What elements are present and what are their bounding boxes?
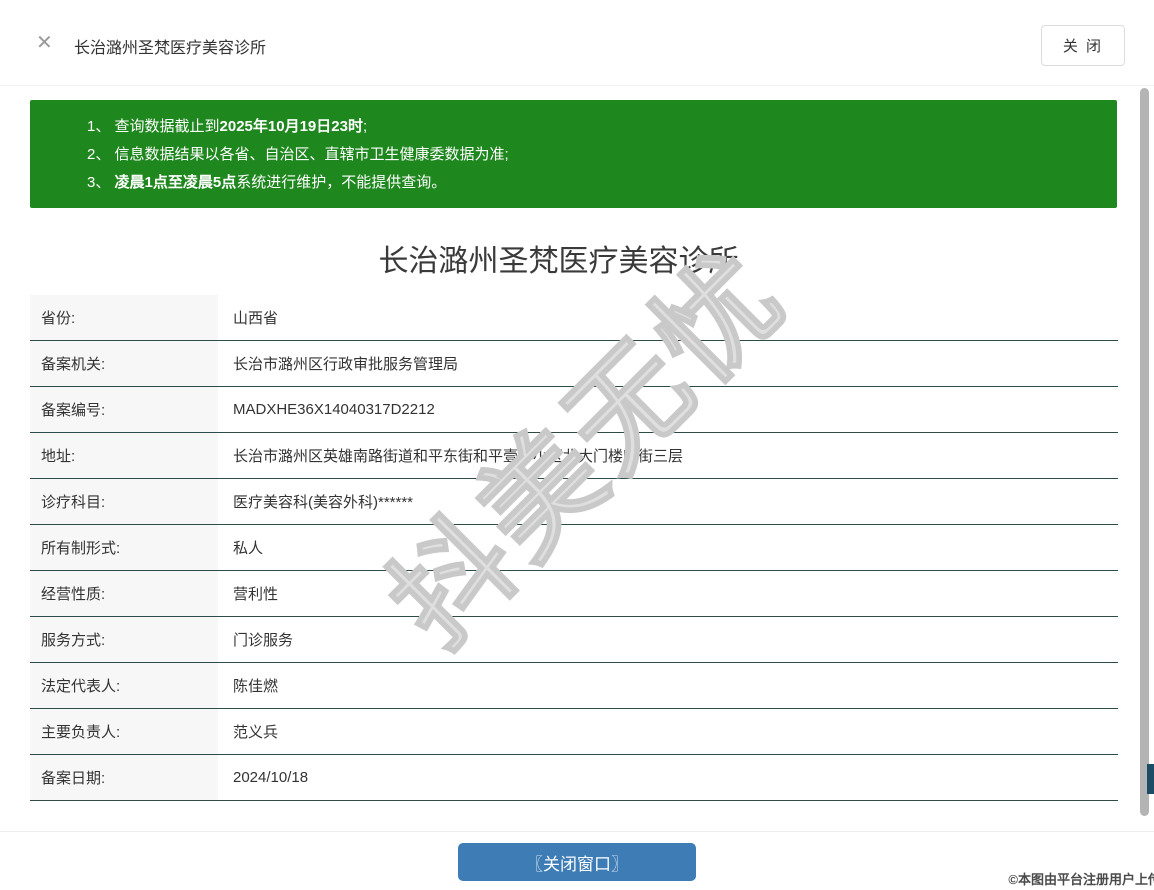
field-value: 陈佳燃 <box>233 678 279 695</box>
field-value: 门诊服务 <box>233 632 294 649</box>
field-label: 备案编号: <box>30 387 218 432</box>
table-row-service-mode: 服务方式: 门诊服务 <box>30 617 1118 663</box>
field-label: 经营性质: <box>30 571 218 616</box>
notice-line: 1、 查询数据截止到2025年10月19日23时; <box>87 113 1107 141</box>
scrollbar[interactable] <box>1140 88 1149 816</box>
clinic-title: 长治潞州圣梵医疗美容诊所 <box>378 245 739 278</box>
table-row-record-date: 备案日期: 2024/10/18 <box>30 755 1118 801</box>
field-label: 备案机关: <box>30 341 218 386</box>
page-title: 长治潞州圣梵医疗美容诊所 <box>74 40 267 57</box>
table-row-main-person-in-charge: 主要负责人: 范义兵 <box>30 709 1118 755</box>
table-row-treatment-subjects: 诊疗科目: 医疗美容科(美容外科)****** <box>30 479 1118 525</box>
field-value: MADXHE36X14040317D2212 <box>233 401 435 418</box>
field-value: 营利性 <box>233 586 279 603</box>
field-value: 医疗美容科(美容外科)****** <box>233 494 414 511</box>
field-label: 省份: <box>30 295 218 340</box>
table-row-business-nature: 经营性质: 营利性 <box>30 571 1118 617</box>
field-value: 长治市潞州区英雄南路街道和平东街和平壹号小区北大门楼临街三层 <box>233 448 684 465</box>
table-row-record-authority: 备案机关: 长治市潞州区行政审批服务管理局 <box>30 341 1118 387</box>
info-table: 省份: 山西省 备案机关: 长治市潞州区行政审批服务管理局 备案编号: MADX… <box>30 295 1118 801</box>
field-label: 诊疗科目: <box>30 479 218 524</box>
notice-line: 2、 信息数据结果以各省、自治区、直辖市卫生健康委数据为准; <box>87 141 1107 169</box>
notice-text-bold: 凌晨1点至凌晨5点 <box>114 174 237 191</box>
notice-text: ; <box>362 118 368 135</box>
side-widget[interactable] <box>1147 764 1154 794</box>
notice-text-bold: 2025年10月19日23时 <box>219 118 363 135</box>
notice-text: 3、 <box>87 174 115 191</box>
close-icon[interactable]: ✕ <box>36 32 53 54</box>
field-value: 私人 <box>233 540 264 557</box>
table-row-record-number: 备案编号: MADXHE36X14040317D2212 <box>30 387 1118 433</box>
close-window-button[interactable]: 〖关闭窗口〗 <box>458 843 696 881</box>
table-row-address: 地址: 长治市潞州区英雄南路街道和平东街和平壹号小区北大门楼临街三层 <box>30 433 1118 479</box>
field-label: 服务方式: <box>30 617 218 662</box>
header: ✕ 长治潞州圣梵医疗美容诊所 关 闭 <box>0 0 1154 86</box>
field-value: 范义兵 <box>233 724 279 741</box>
notice-text: 1、 查询数据截止到 <box>87 118 220 135</box>
table-row-ownership: 所有制形式: 私人 <box>30 525 1118 571</box>
notice-line: 3、 凌晨1点至凌晨5点系统进行维护，不能提供查询。 <box>87 169 1107 197</box>
copyright-watermark: ©本图由平台注册用户上传 <box>1008 872 1154 887</box>
field-value: 2024/10/18 <box>233 769 309 786</box>
field-label: 地址: <box>30 433 218 478</box>
field-label: 备案日期: <box>30 755 218 800</box>
table-row-legal-representative: 法定代表人: 陈佳燃 <box>30 663 1118 709</box>
footer-divider <box>0 831 1154 832</box>
field-label: 法定代表人: <box>30 663 218 708</box>
table-row-province: 省份: 山西省 <box>30 295 1118 341</box>
notice-text: 系统进行维护，不能提供查询。 <box>236 174 447 191</box>
close-button[interactable]: 关 闭 <box>1040 25 1125 66</box>
notice-banner: 1、 查询数据截止到2025年10月19日23时; 2、 信息数据结果以各省、自… <box>30 100 1117 208</box>
notice-text: 2、 信息数据结果以各省、自治区、直辖市卫生健康委数据为准; <box>87 146 509 163</box>
field-value: 山西省 <box>233 310 279 327</box>
field-label: 所有制形式: <box>30 525 218 570</box>
field-label: 主要负责人: <box>30 709 218 754</box>
field-value: 长治市潞州区行政审批服务管理局 <box>233 356 459 373</box>
